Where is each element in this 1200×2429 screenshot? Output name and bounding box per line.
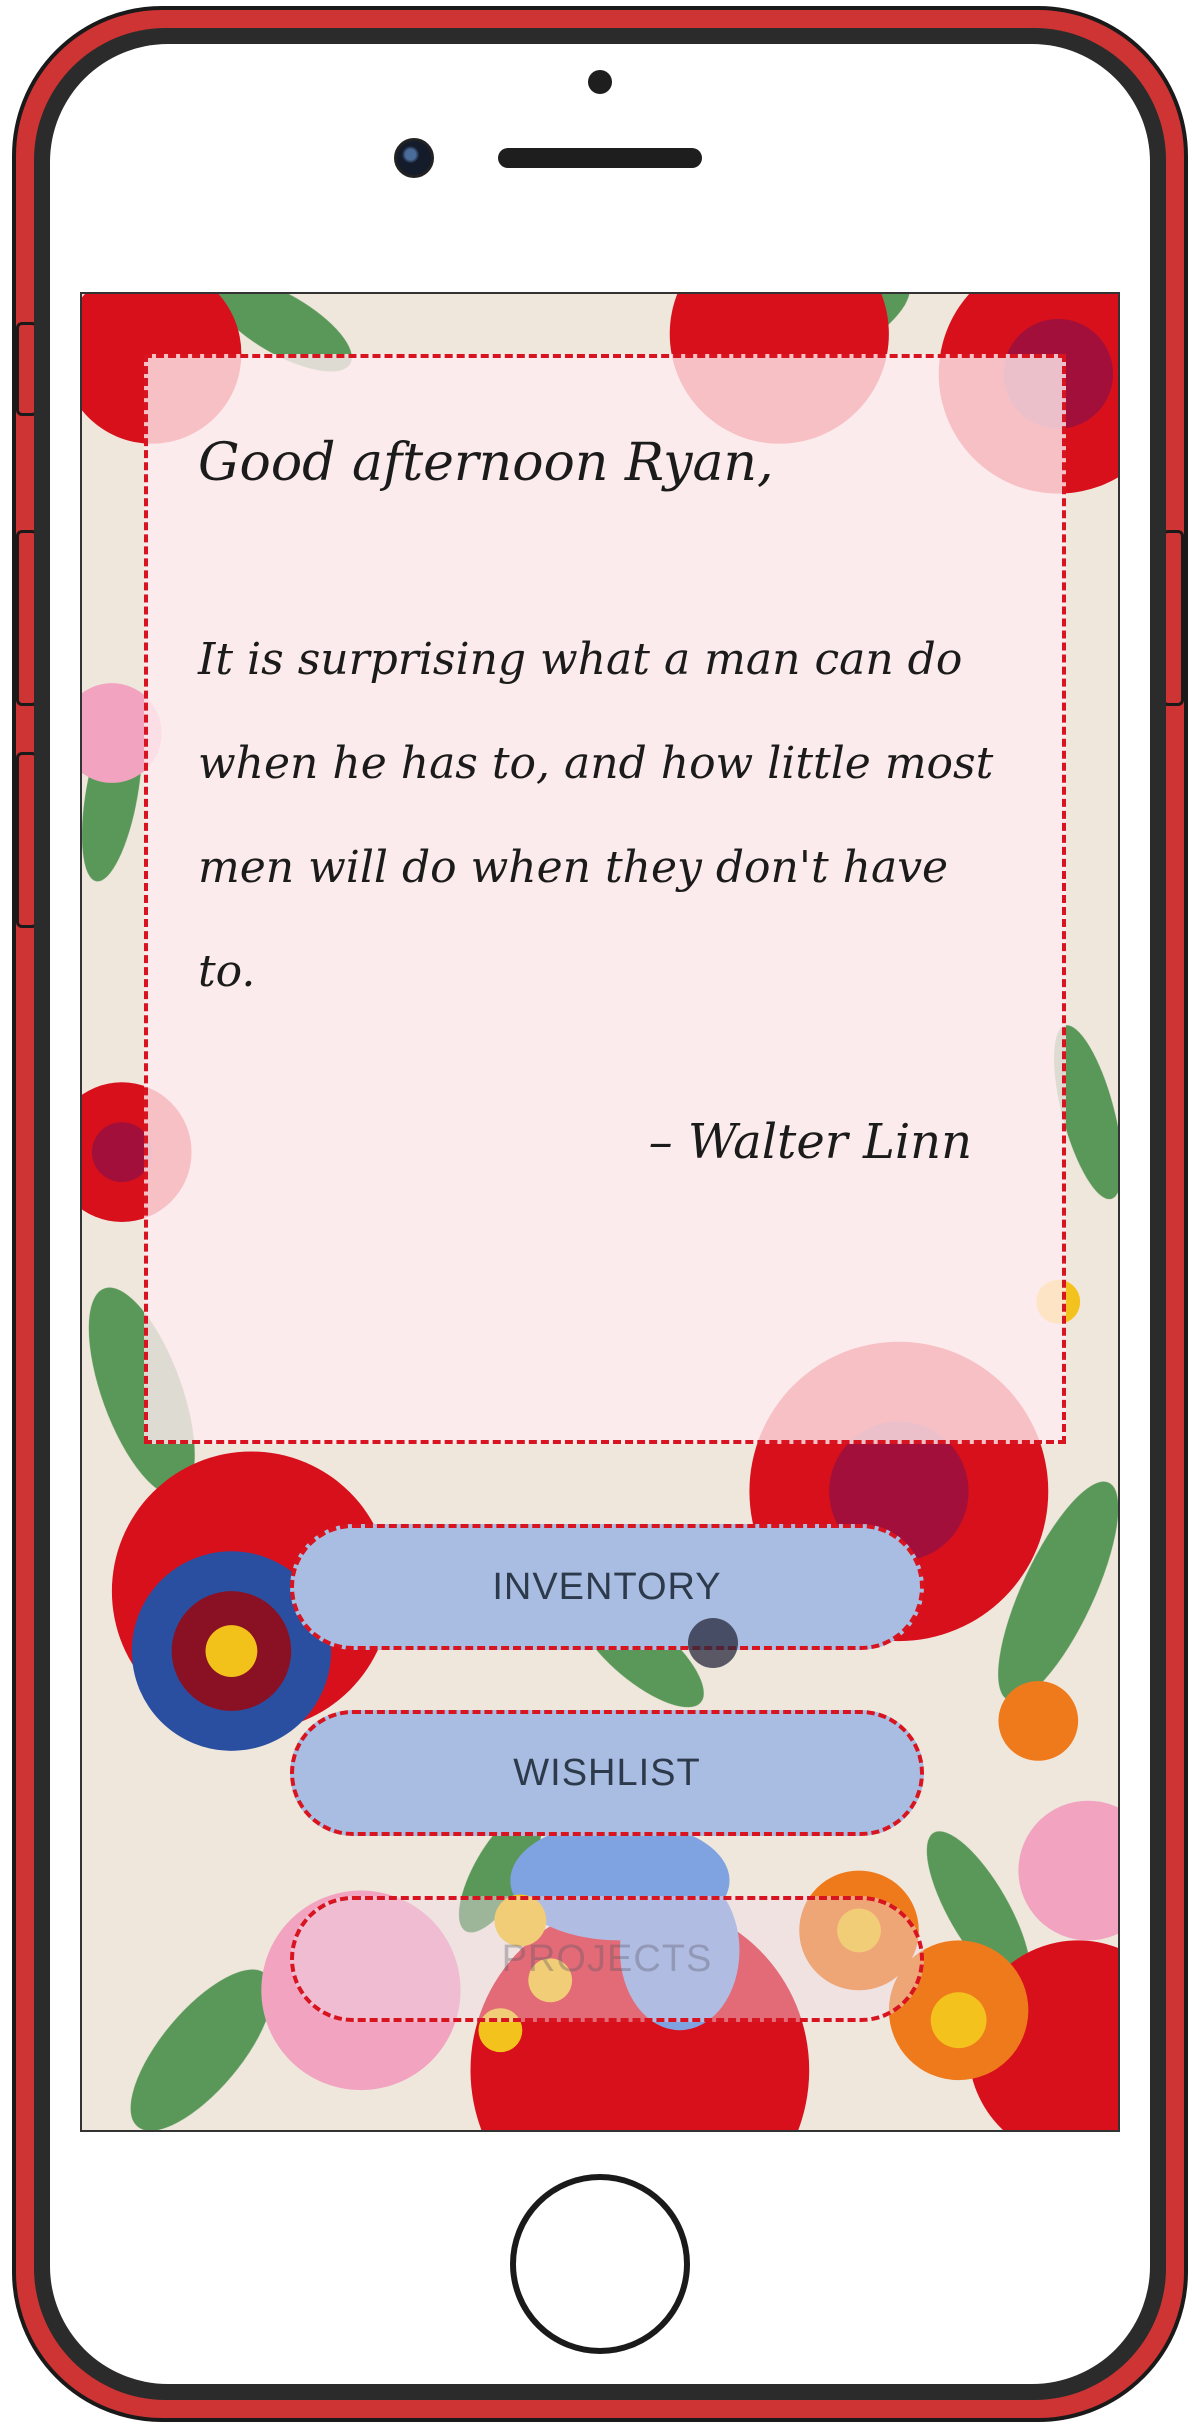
inventory-button[interactable]: INVENTORY [290, 1524, 924, 1650]
wishlist-button[interactable]: WISHLIST [290, 1710, 924, 1836]
quote-card: Good afternoon Ryan, It is surprising wh… [144, 354, 1066, 1444]
app-screen: Good afternoon Ryan, It is surprising wh… [80, 292, 1120, 2132]
projects-button[interactable]: PROJECTS [290, 1896, 924, 2022]
home-button-icon[interactable] [510, 2174, 690, 2354]
earpiece-speaker [498, 148, 702, 168]
quote-text: It is surprising what a man can do when … [198, 634, 994, 997]
quote-author: – Walter Linn [648, 1114, 972, 1170]
camera-icon [394, 138, 434, 178]
proximity-sensor [588, 70, 612, 94]
touch-indicator [688, 1618, 738, 1668]
greeting-text: Good afternoon Ryan, [198, 433, 774, 493]
